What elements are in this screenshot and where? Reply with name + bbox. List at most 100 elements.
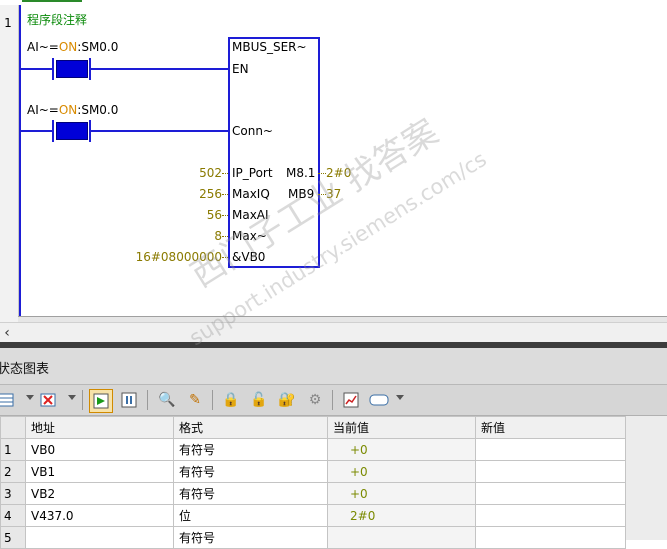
stub	[318, 194, 326, 196]
toolbar-separator	[82, 390, 83, 410]
address-cell[interactable]: VB1	[25, 460, 174, 483]
stub	[222, 257, 228, 259]
contact2-address: :SM0.0	[77, 103, 119, 117]
contact1-icon[interactable]	[56, 60, 88, 78]
stub	[222, 173, 228, 175]
value-max[interactable]: 8	[214, 229, 222, 243]
read-forced-icon[interactable]: ⚙	[304, 389, 326, 411]
column-header-new-value[interactable]: 新值	[475, 416, 626, 439]
unforce-icon[interactable]: 🔓	[248, 389, 270, 411]
top-strip	[0, 0, 667, 5]
status-chart-toolbar: 🔍 ✎ 🔒 🔓 🔐 ⚙	[0, 385, 667, 416]
stub	[222, 236, 228, 238]
stub	[222, 215, 228, 217]
contact1-address: :SM0.0	[77, 40, 119, 54]
delete-row-icon[interactable]	[38, 389, 60, 411]
row-number: 1	[0, 438, 26, 461]
new-value-cell[interactable]	[475, 504, 626, 527]
contact2-state: ON	[58, 103, 78, 117]
format-cell[interactable]: 位	[173, 504, 328, 527]
format-cell[interactable]: 有符号	[173, 526, 328, 549]
pin-max: Max~	[232, 229, 267, 243]
current-value-cell: 2#0	[327, 504, 476, 527]
current-value-cell: +0	[327, 438, 476, 461]
address-cell[interactable]: VB2	[25, 482, 174, 505]
write-icon[interactable]: ✎	[184, 389, 206, 411]
toolbar-separator	[212, 390, 213, 410]
new-value-cell[interactable]	[475, 482, 626, 505]
wire	[21, 130, 52, 132]
new-value-cell[interactable]	[475, 460, 626, 483]
rung-gutter: 1	[0, 5, 19, 322]
new-value-cell[interactable]	[475, 526, 626, 549]
mbus-ser-block[interactable]: MBUS_SER~ EN Conn~ IP_Port MaxIQ MaxAI M…	[228, 37, 320, 268]
column-header-address[interactable]: 地址	[25, 416, 174, 439]
horizontal-scrollbar[interactable]: ‹	[0, 322, 667, 343]
toolbar-separator	[332, 390, 333, 410]
new-value-cell[interactable]	[475, 438, 626, 461]
contact2-label: AI~=ON:SM0.0	[27, 103, 118, 117]
add-row-dropdown-icon[interactable]	[26, 395, 34, 400]
status-chart-table: 地址 格式 当前值 新值 1 VB0 有符号 +0 2 VB1 有符号 +0 3…	[0, 416, 667, 549]
unforce-all-icon[interactable]: 🔐	[276, 389, 298, 411]
row-number: 3	[0, 482, 26, 505]
table-header-row: 地址 格式 当前值 新值	[0, 416, 626, 439]
address-cell[interactable]	[25, 526, 174, 549]
scroll-left-icon[interactable]: ‹	[0, 325, 14, 341]
force-icon[interactable]: 🔒	[220, 389, 242, 411]
display-format-dropdown-icon[interactable]	[396, 395, 404, 400]
pin-m81: M8.1	[286, 166, 316, 180]
wire	[91, 68, 228, 70]
contact2-icon[interactable]	[56, 122, 88, 140]
top-strip-label	[22, 0, 82, 2]
status-chart-title-bar: 状态图表	[0, 348, 667, 385]
table-row[interactable]: 4 V437.0 位 2#0	[0, 504, 626, 527]
contact2-left-bar	[52, 120, 54, 142]
current-value-cell	[327, 526, 476, 549]
value-maxiq[interactable]: 256	[199, 187, 222, 201]
contact1-state: ON	[58, 40, 78, 54]
table-row[interactable]: 3 VB2 有符号 +0	[0, 482, 626, 505]
ladder-editor[interactable]: 1 程序段注释 AI~=ON:SM0.0 AI~=ON:SM0.0 MBUS_S…	[0, 0, 667, 322]
chart-icon[interactable]	[340, 389, 362, 411]
value-maxai[interactable]: 56	[207, 208, 222, 222]
column-header-format[interactable]: 格式	[173, 416, 328, 439]
pin-en: EN	[232, 62, 249, 76]
block-title: MBUS_SER~	[232, 40, 307, 54]
table-row[interactable]: 2 VB1 有符号 +0	[0, 460, 626, 483]
wire	[21, 68, 52, 70]
network-comment[interactable]: 程序段注释	[27, 11, 87, 28]
format-cell[interactable]: 有符号	[173, 460, 328, 483]
value-mb9[interactable]: 37	[326, 187, 341, 201]
pause-icon[interactable]	[118, 389, 140, 411]
power-rail	[19, 5, 21, 322]
table-row[interactable]: 1 VB0 有符号 +0	[0, 438, 626, 461]
table-row[interactable]: 5 有符号	[0, 526, 626, 549]
wire	[91, 130, 228, 132]
format-cell[interactable]: 有符号	[173, 482, 328, 505]
format-cell[interactable]: 有符号	[173, 438, 328, 461]
value-vb0[interactable]: 16#08000000	[136, 250, 222, 264]
trend-view-icon[interactable]	[89, 389, 113, 413]
stub	[318, 173, 326, 175]
display-format-icon[interactable]	[368, 389, 390, 411]
toolbar-separator	[147, 390, 148, 410]
pin-maxai: MaxAI	[232, 208, 269, 222]
delete-row-dropdown-icon[interactable]	[68, 395, 76, 400]
read-icon[interactable]: 🔍	[156, 389, 178, 411]
pin-maxiq: MaxIQ	[232, 187, 270, 201]
pin-ip-port: IP_Port	[232, 166, 273, 180]
value-m81[interactable]: 2#0	[326, 166, 351, 180]
address-cell[interactable]: V437.0	[25, 504, 174, 527]
pin-conn: Conn~	[232, 124, 273, 138]
current-value-cell: +0	[327, 482, 476, 505]
row-number: 5	[0, 526, 26, 549]
pin-mb9: MB9	[288, 187, 315, 201]
contact1-label: AI~=ON:SM0.0	[27, 40, 118, 54]
rung-number: 1	[4, 16, 12, 30]
address-cell[interactable]: VB0	[25, 438, 174, 461]
value-ip-port[interactable]: 502	[199, 166, 222, 180]
column-header-current-value[interactable]: 当前值	[327, 416, 476, 439]
panel-title: 状态图表	[0, 362, 50, 377]
add-row-icon[interactable]	[0, 389, 18, 411]
